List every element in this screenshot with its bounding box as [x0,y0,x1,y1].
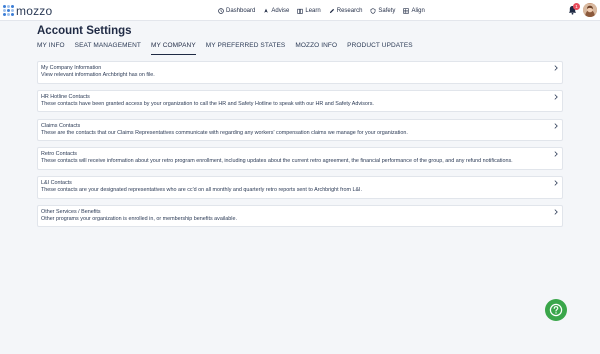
nav-advise-label: Advise [271,7,290,14]
pencil-icon [329,8,334,13]
card-description: These contacts will receive information … [41,158,513,165]
notification-badge: 1 [573,3,580,10]
chevron-right-icon [554,151,558,158]
card-my-company-information[interactable]: My Company Information View relevant inf… [37,61,563,84]
clock-icon [218,7,224,14]
card-description: These are the contacts that our Claims R… [41,129,408,136]
chevron-right-icon [554,122,558,129]
card-title: My Company Information [41,65,102,71]
question-icon [549,303,563,317]
tab-my-company[interactable]: MY COMPANY [150,41,196,55]
card-claims-contacts[interactable]: Claims Contacts These are the contacts t… [37,118,563,142]
company-settings-list: My Company Information View relevant inf… [37,61,563,234]
card-description: Other programs your organization is enro… [41,215,237,222]
compass-icon [264,8,269,13]
card-title: L&I Contacts [41,180,72,187]
page-title: Account Settings [37,25,132,37]
nav-research-label: Research [336,7,363,14]
nav-align[interactable]: Align [403,7,425,14]
top-navigation-bar: mozzo Dashboard Advise Learn Research Sa… [0,0,600,21]
card-description: View relevant information Archbright has… [41,72,155,78]
nav-advise[interactable]: Advise [263,8,289,14]
card-description: These contacts have been granted access … [41,100,374,107]
book-icon [297,8,304,14]
chevron-right-icon [554,180,558,186]
mozzo-logo[interactable]: mozzo [3,3,52,18]
chevron-right-icon [554,65,558,71]
nav-learn[interactable]: Learn [297,7,321,14]
logo-text: mozzo [16,3,53,18]
nav-dashboard-label: Dashboard [226,7,256,14]
chevron-right-icon [554,209,558,215]
tab-seat-management[interactable]: SEAT MANAGEMENT [75,41,141,55]
nav-safety-label: Safety [378,7,396,14]
card-title: Retro Contacts [41,151,77,158]
card-title: Claims Contacts [41,122,81,129]
help-button[interactable] [545,299,567,321]
card-retro-contacts[interactable]: Retro Contacts These contacts will recei… [37,147,563,170]
logo-mark-icon [3,5,14,16]
card-title: HR Hotline Contacts [41,93,90,100]
card-hr-hotline-contacts[interactable]: HR Hotline Contacts These contacts have … [37,89,563,113]
nav-safety[interactable]: Safety [370,8,395,14]
nav-align-label: Align [411,7,425,14]
card-title: Other Services / Benefits [41,208,101,215]
settings-tabs: MY INFO SEAT MANAGEMENT MY COMPANY MY PR… [37,41,423,55]
shield-icon [371,7,376,14]
grid-icon [403,7,410,14]
user-avatar[interactable] [583,3,597,17]
tab-my-info[interactable]: MY INFO [37,41,65,55]
tab-mozzo-info[interactable]: MOZZO INFO [295,41,337,55]
card-description: These contacts are your designated repre… [41,187,363,194]
tab-my-preferred-states[interactable]: MY PREFERRED STATES [206,41,286,55]
card-li-contacts[interactable]: L&I Contacts These contacts are your des… [37,176,563,199]
nav-research[interactable]: Research [329,7,363,14]
main-nav: Dashboard Advise Learn Research Safety A… [218,4,433,17]
tab-product-updates[interactable]: PRODUCT UPDATES [347,41,413,55]
nav-learn-label: Learn [305,7,321,14]
avatar-photo [583,4,597,17]
card-other-services-benefits[interactable]: Other Services / Benefits Other programs… [37,204,563,228]
chevron-right-icon [554,94,558,100]
nav-dashboard[interactable]: Dashboard [218,8,255,14]
